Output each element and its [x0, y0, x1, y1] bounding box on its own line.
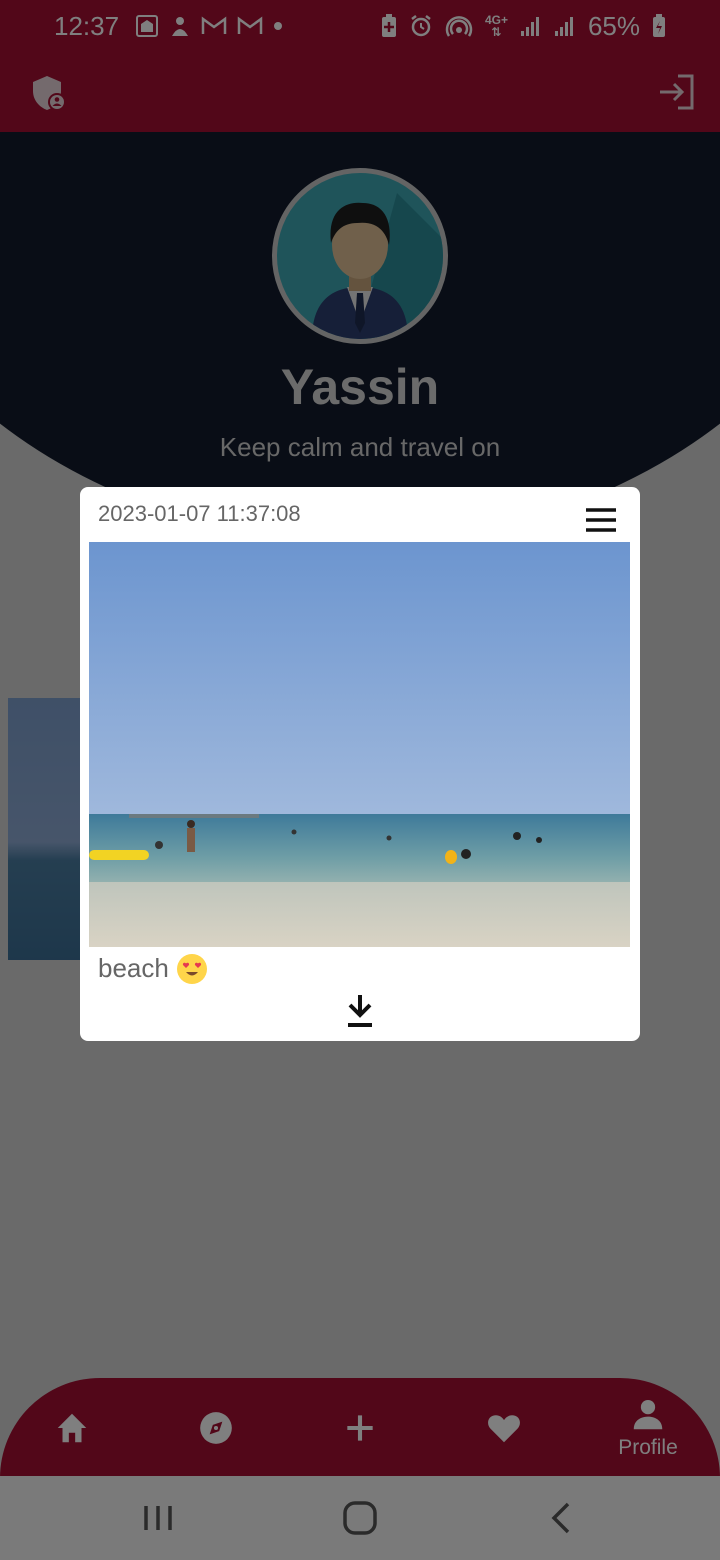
- caption-text: beach: [98, 953, 169, 983]
- download-icon[interactable]: [344, 993, 376, 1029]
- post-dialog: 2023-01-07 11:37:08 beach: [80, 487, 640, 1041]
- heart-eyes-emoji: [176, 953, 207, 984]
- post-caption: beach: [98, 953, 207, 984]
- post-timestamp: 2023-01-07 11:37:08: [98, 501, 301, 526]
- post-photo[interactable]: [89, 542, 630, 947]
- hamburger-menu-icon[interactable]: [584, 507, 618, 533]
